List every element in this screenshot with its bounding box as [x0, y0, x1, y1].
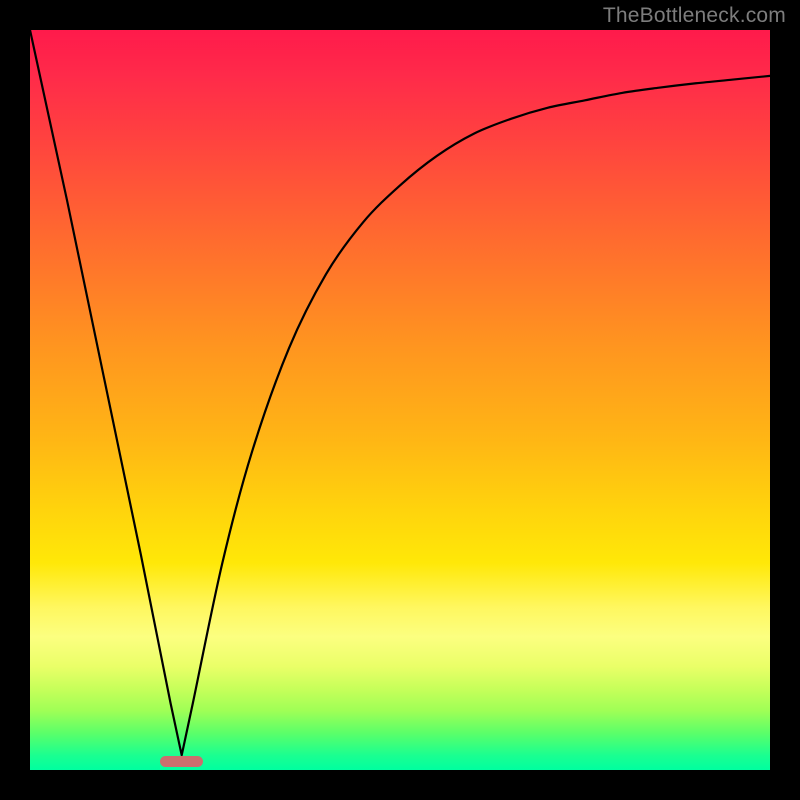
plot-area	[30, 30, 770, 770]
minimum-marker	[160, 756, 203, 767]
bottleneck-curve	[30, 30, 770, 770]
chart-frame: TheBottleneck.com	[0, 0, 800, 800]
watermark-text: TheBottleneck.com	[603, 4, 786, 28]
